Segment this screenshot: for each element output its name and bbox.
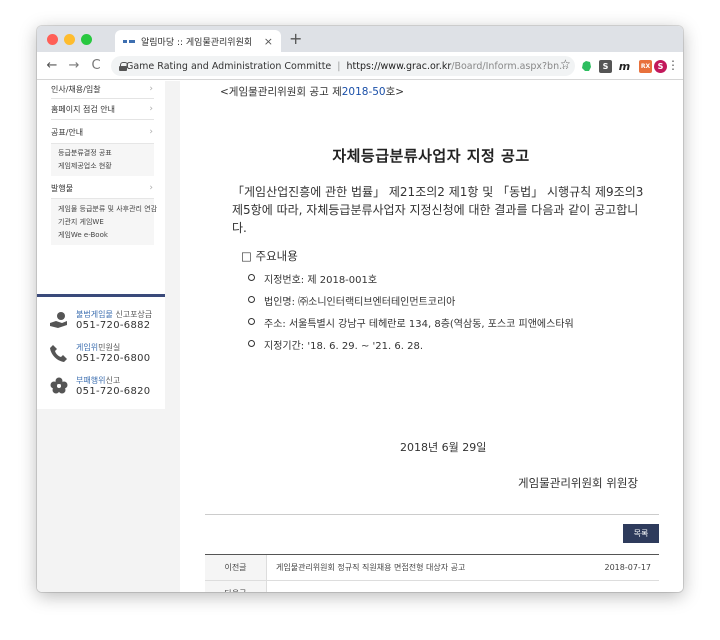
sidebar-item-label: 홈페이지 점검 안내	[51, 105, 115, 114]
page-title: 자체등급분류사업자 지정 공고	[332, 147, 530, 165]
back-button[interactable]: ←	[41, 58, 63, 73]
zoom-window-button[interactable]	[81, 34, 92, 45]
chevron-right-icon: ›	[149, 127, 153, 137]
forward-button[interactable]: →	[63, 58, 85, 73]
table-row[interactable]: 다음글	[205, 581, 659, 592]
flower-icon	[49, 376, 69, 396]
publications-submenu: 게임물 등급분류 및 사후관리 연감 기관지 게임WE 게임We e-Book	[51, 198, 157, 245]
contact-civil-service[interactable]: 게임위민원실 051-720-6800	[49, 339, 165, 371]
contact-phone: 051-720-6882	[76, 320, 151, 331]
m-extension-icon[interactable]: m	[618, 60, 631, 73]
contact-label-highlight: 불법게임물	[76, 310, 113, 319]
contact-label: 신고	[105, 376, 121, 385]
notice-number-value: 2018-50	[341, 86, 386, 98]
detail-list: 지정번호: 제 2018-001호 법인명: ㈜소니인터랙티브엔터테인먼트코리아…	[248, 271, 574, 359]
rx-extension-icon[interactable]: RX	[639, 60, 652, 73]
chevron-right-icon: ›	[149, 84, 153, 94]
notice-article: <게임물관리위원회 공고 제2018-50호> 자체등급분류사업자 지정 공고 …	[205, 81, 683, 592]
circle-bullet-icon	[248, 340, 255, 347]
contact-label: 신고포상금	[112, 310, 153, 319]
close-window-button[interactable]	[47, 34, 58, 45]
divider	[51, 119, 154, 120]
site-identity: Game Rating and Administration Committe	[126, 60, 332, 72]
sidebar-item-recruit[interactable]: 인사/채용/입찰 ›	[51, 84, 153, 95]
detail-text: 지정번호: 제 2018-001호	[264, 275, 378, 286]
row-title-link[interactable]: 게임물관리위원회 정규직 직원채용 면접전형 대상자 공고	[267, 562, 599, 573]
contact-label-highlight: 부패행위	[76, 376, 106, 385]
notice-number: <게임물관리위원회 공고 제2018-50호>	[220, 84, 404, 99]
circle-bullet-icon	[248, 296, 255, 303]
tab-close-icon[interactable]: ×	[264, 35, 273, 48]
chevron-right-icon: ›	[149, 104, 153, 114]
submenu-item-game-we-ebook[interactable]: 게임We e-Book	[51, 229, 154, 242]
sidebar-item-label: 발행물	[51, 184, 74, 193]
detail-text: 지정기간: '18. 6. 29. ~ '21. 6. 28.	[264, 341, 423, 352]
sidebar-item-public-notice[interactable]: 공표/안내 ›	[51, 127, 153, 138]
contact-phone: 051-720-6820	[76, 386, 151, 397]
contact-label-highlight: 게임위	[76, 343, 99, 352]
table-row[interactable]: 이전글 게임물관리위원회 정규직 직원채용 면접전형 대상자 공고 2018-0…	[205, 555, 659, 581]
chevron-right-icon: ›	[149, 183, 153, 193]
list-item: 주소: 서울특별시 강남구 테헤란로 134, 8층(역삼동, 포스코 피앤에스…	[248, 315, 574, 337]
submenu-item-rating-decisions[interactable]: 등급분류결정 공표	[51, 147, 154, 160]
circle-bullet-icon	[248, 274, 255, 281]
profile-avatar[interactable]: S	[654, 60, 667, 73]
list-item: 법인명: ㈜소니인터랙티브엔터테인먼트코리아	[248, 293, 574, 315]
detail-text: 주소: 서울특별시 강남구 테헤란로 134, 8층(역삼동, 포스코 피앤에스…	[264, 319, 574, 330]
list-item: 지정기간: '18. 6. 29. ~ '21. 6. 28.	[248, 337, 574, 359]
browser-menu-icon[interactable]: ⋮	[667, 58, 679, 72]
contact-phone: 051-720-6800	[76, 353, 151, 364]
sidebar-item-publications[interactable]: 발행물 ›	[51, 183, 153, 194]
sidebar-item-label: 인사/채용/입찰	[51, 85, 101, 94]
notice-number-suffix: 호>	[385, 86, 405, 98]
divider	[51, 98, 154, 99]
contact-illegal-game-report[interactable]: 불법게임물 신고포상금 051-720-6882	[49, 306, 165, 338]
tab-title: 알림마당 :: 게임물관리위원회	[141, 37, 253, 48]
window-controls	[47, 34, 92, 45]
address-bar[interactable]: Game Rating and Administration Committe …	[111, 56, 575, 76]
bookmark-star-icon[interactable]: ☆	[560, 57, 571, 71]
sidebar-item-label: 공표/안내	[51, 128, 84, 137]
public-notice-submenu: 등급분류결정 공표 게임제공업소 현황	[51, 143, 154, 176]
browser-tab[interactable]: 알림마당 :: 게임물관리위원회 ×	[115, 30, 281, 52]
tab-bar: 알림마당 :: 게임물관리위원회 × +	[37, 26, 683, 52]
notice-signature: 게임물관리위원회 위원장	[518, 476, 639, 490]
hand-money-icon	[49, 310, 69, 330]
s-extension-icon[interactable]: S	[599, 60, 612, 73]
page-content: 인사/채용/입찰 › 홈페이지 점검 안내 › 공표/안내 › 등급분류결정 공…	[37, 81, 683, 592]
address-separator: |	[337, 60, 341, 72]
row-date: 2018-07-17	[604, 563, 652, 572]
submenu-item-game-we[interactable]: 기관지 게임WE	[51, 216, 154, 229]
notice-date: 2018년 6월 29일	[400, 441, 487, 454]
row-label: 이전글	[205, 555, 267, 580]
evernote-extension-icon[interactable]	[580, 60, 593, 73]
detail-text: 법인명: ㈜소니인터랙티브엔터테인먼트코리아	[264, 297, 456, 308]
list-button[interactable]: 목록	[623, 524, 659, 543]
phone-icon	[49, 343, 69, 363]
row-label: 다음글	[205, 581, 267, 592]
browser-toolbar: ← → C Game Rating and Administration Com…	[37, 52, 683, 80]
submenu-item-yearbook[interactable]: 게임물 등급분류 및 사후관리 연감	[51, 203, 157, 216]
notice-number-prefix: <게임물관리위원회 공고 제	[220, 86, 342, 98]
prev-next-table: 이전글 게임물관리위원회 정규직 직원채용 면접전형 대상자 공고 2018-0…	[205, 554, 659, 592]
sidebar-item-maintenance[interactable]: 홈페이지 점검 안내 ›	[51, 104, 153, 115]
new-tab-button[interactable]: +	[289, 30, 302, 48]
section-title: □ 주요내용	[241, 249, 298, 263]
submenu-item-arcade-status[interactable]: 게임제공업소 현황	[51, 160, 154, 173]
grac-favicon-icon	[123, 37, 135, 45]
minimize-window-button[interactable]	[64, 34, 75, 45]
contact-corruption-report[interactable]: 부패행위신고 051-720-6820	[49, 372, 165, 404]
url-path: /Board/Inform.aspx?bn...	[451, 60, 569, 72]
url-host: https://www.grac.or.kr	[346, 60, 452, 72]
divider	[205, 514, 659, 515]
list-item: 지정번호: 제 2018-001호	[248, 271, 574, 293]
contact-label: 민원실	[98, 343, 121, 352]
reload-button[interactable]: C	[85, 58, 107, 73]
circle-bullet-icon	[248, 318, 255, 325]
notice-body: 「게임산업진흥에 관한 법률」 제21조의2 제1항 및 「동법」 시행규칙 제…	[232, 185, 644, 235]
browser-window: 알림마당 :: 게임물관리위원회 × + ← → C Game Rating a…	[37, 26, 683, 592]
